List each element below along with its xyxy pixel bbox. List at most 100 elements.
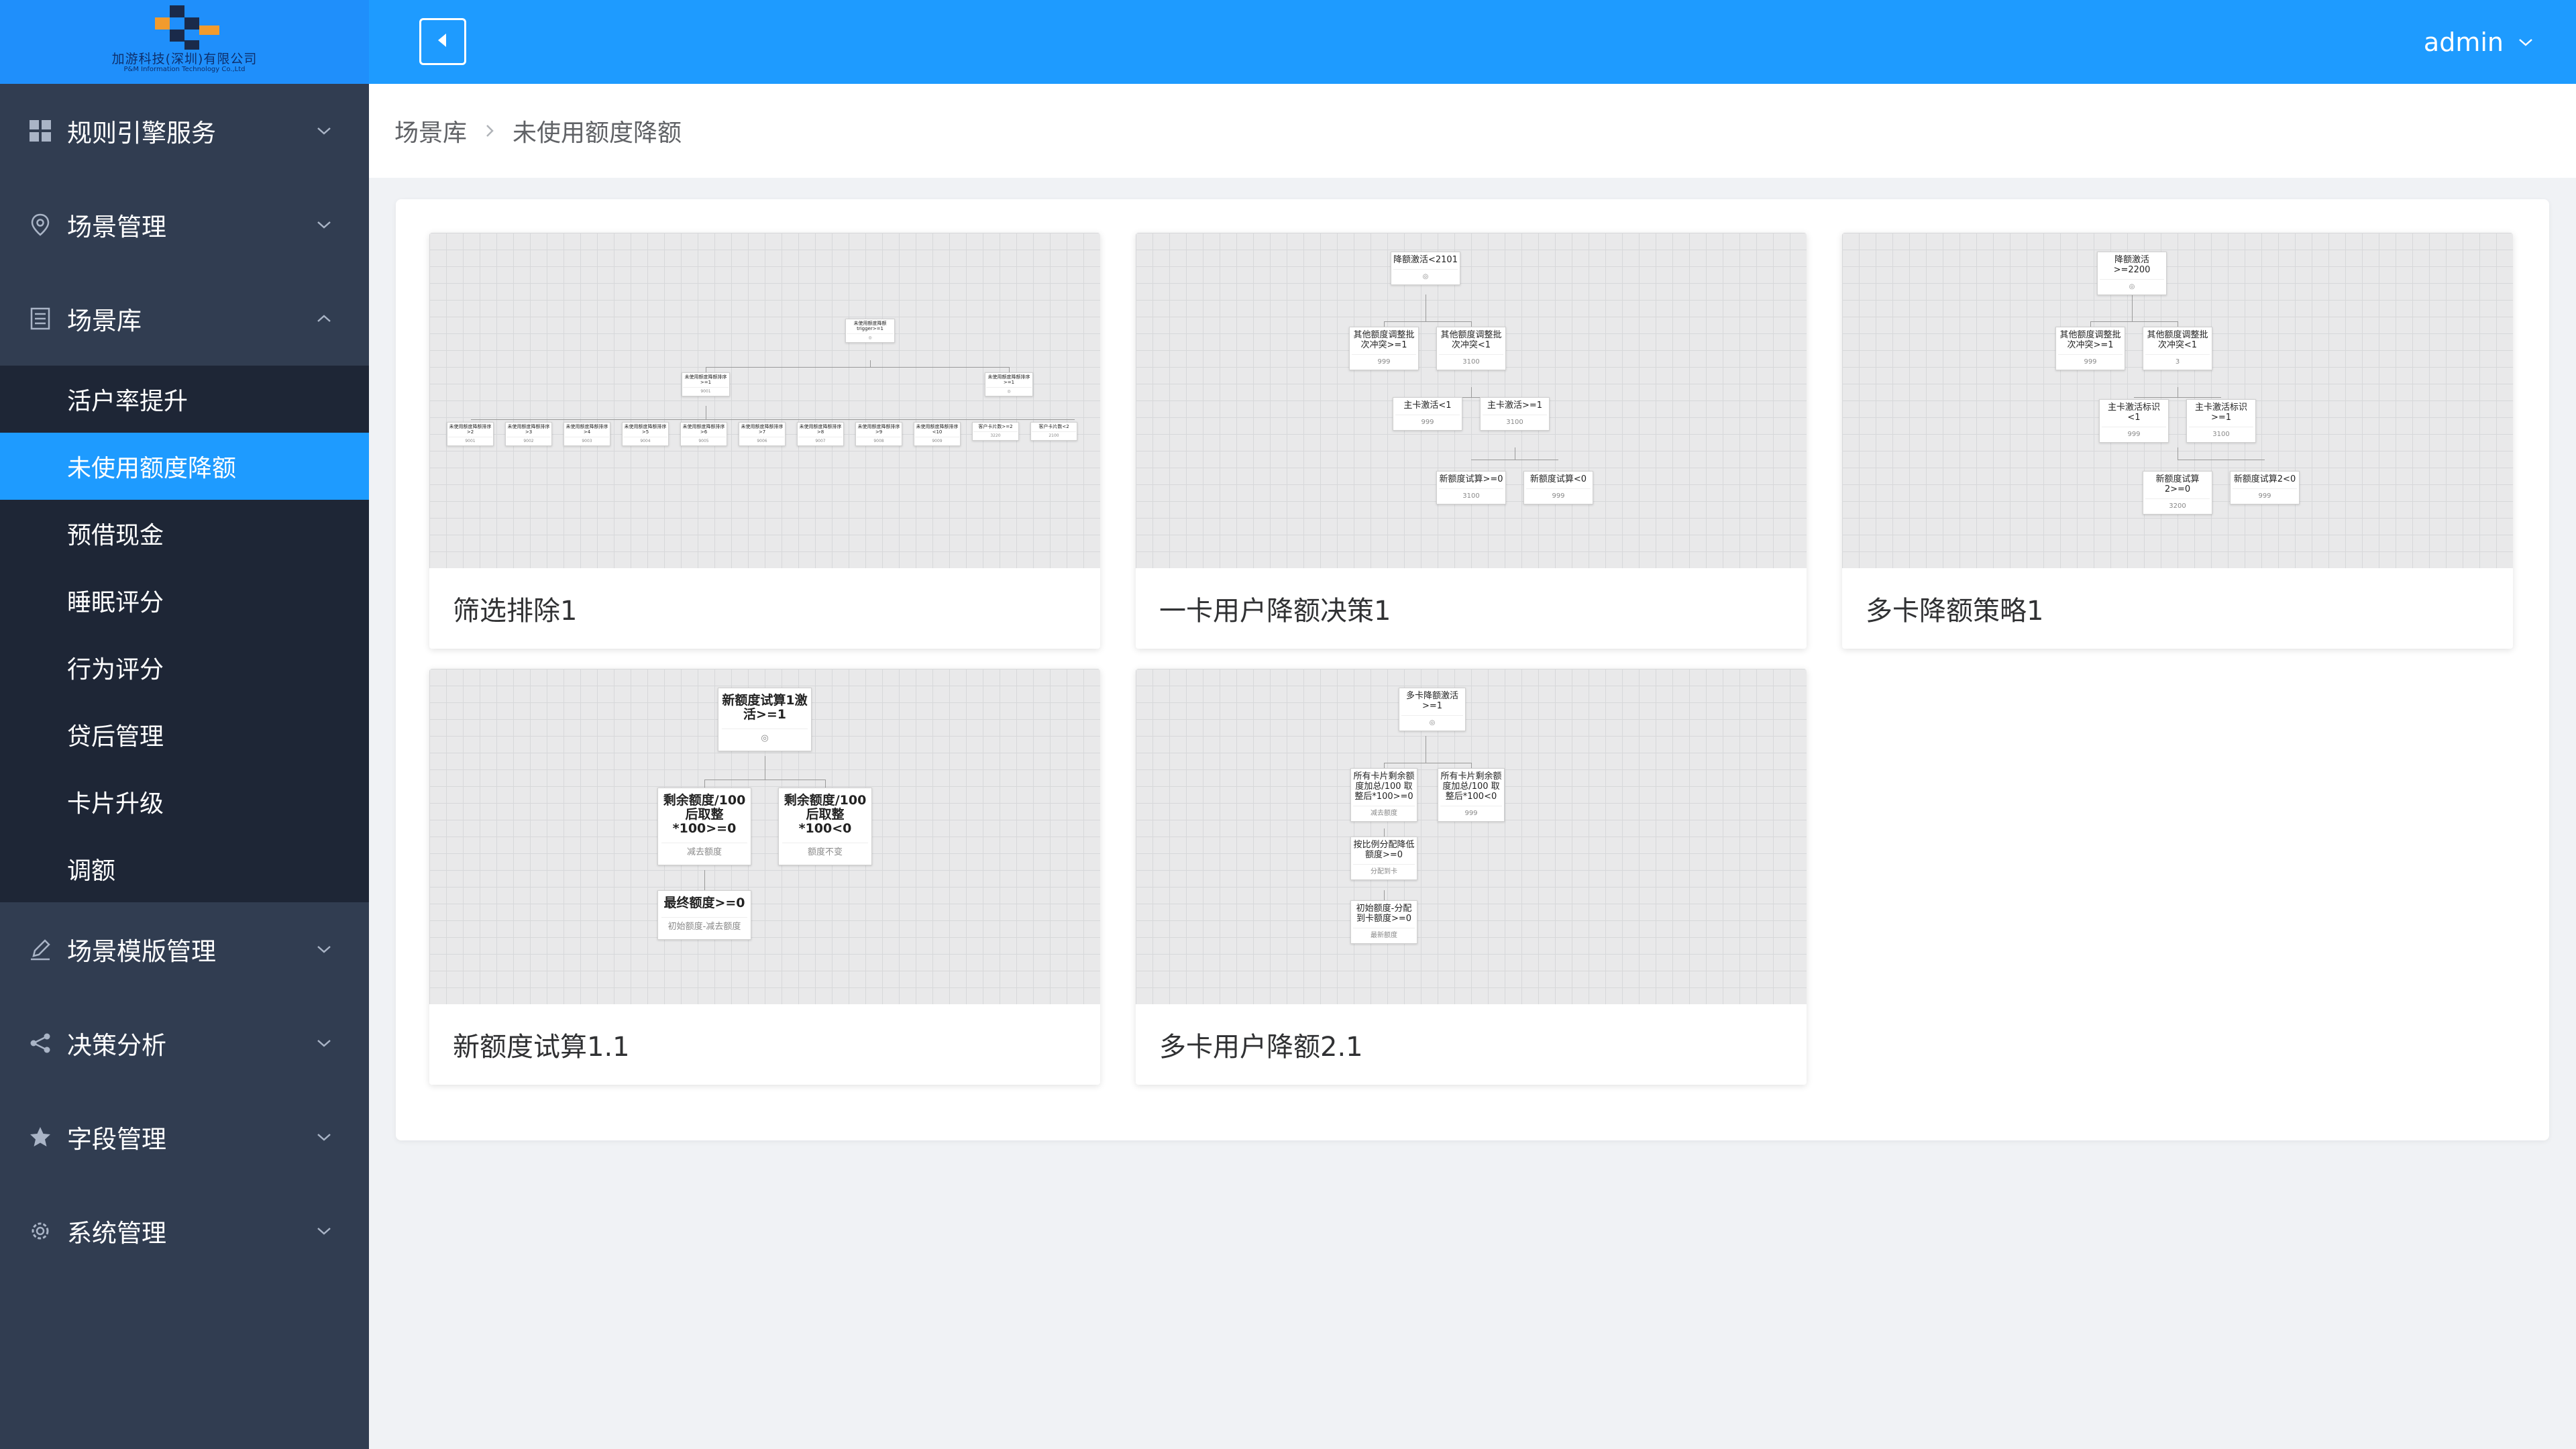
tree-node-value: 999	[1440, 806, 1502, 818]
tree-node-label: 客户卡片数<2	[1038, 424, 1069, 429]
scene-card[interactable]: 新额度试算1激活>=1 ◎ 剩余额度/100 后取整*100>=0 减去额度 剩余额…	[429, 669, 1100, 1085]
tree-node: 未使用额度降额排序>6 9005	[680, 422, 727, 446]
tree-node-label: 未使用额度降额排序>8	[799, 424, 842, 435]
submenu-item-active-rate[interactable]: 活户率提升	[0, 366, 369, 433]
scene-card[interactable]: 降额激活<2101 ◎ 其他额度调整批次冲突>=1 999 其他额度调整批次冲突<1…	[1136, 233, 1807, 649]
top-bar: admin	[369, 0, 2576, 84]
menu-label: 场景模版管理	[67, 937, 216, 966]
tree-node-label: 所有卡片剩余额度加总/100 取整后*100<0	[1440, 771, 1502, 802]
breadcrumb-item[interactable]: 场景库	[394, 113, 467, 148]
tree-node-value: 2100	[1032, 431, 1076, 439]
submenu-item-behavior-score[interactable]: 行为评分	[0, 634, 369, 701]
scene-card[interactable]: 未使用额度降额 trigger>=1 ◎ 未使用额度降额排序>=1 9001 未使用…	[429, 233, 1100, 649]
submenu-item-limit-adjust[interactable]: 调额	[0, 835, 369, 902]
caret-left-icon	[433, 30, 453, 53]
chevron-up-icon	[314, 309, 334, 329]
tree-node-value: 9001	[448, 437, 492, 444]
tree-node-label: 降额激活<2101	[1393, 255, 1458, 265]
scene-card-title: 多卡降额策略1	[1866, 596, 2044, 627]
chevron-down-icon	[314, 1033, 334, 1053]
tree-node-label: 主卡激活标识<1	[2107, 402, 2160, 423]
chevron-down-icon	[314, 1127, 334, 1147]
tree-node: 多卡降额激活>=1 ◎	[1399, 688, 1466, 731]
tree-node-label: 主卡激活<1	[1403, 400, 1452, 411]
tree-node-label: 其他额度调整批次冲突<1	[1440, 330, 1502, 350]
submenu-item-sleep-score[interactable]: 睡眠评分	[0, 567, 369, 634]
tree-node: 其他额度调整批次冲突<1 3	[2143, 327, 2212, 370]
menu-scene-management[interactable]: 场景管理	[0, 178, 369, 272]
chevron-down-icon	[314, 1221, 334, 1241]
tree-node: 按比例分配降低额度>=0 分配到卡	[1350, 837, 1417, 880]
tree-node-label: 未使用额度降额排序>5	[624, 424, 667, 435]
gear-icon	[27, 1218, 54, 1244]
chevron-down-icon	[314, 939, 334, 959]
tree-node: 未使用额度降额排序>=1 9001	[682, 372, 730, 396]
sidebar-collapse-button[interactable]	[419, 18, 466, 65]
submenu-item-card-upgrade[interactable]: 卡片升级	[0, 768, 369, 835]
menu-rule-engine[interactable]: 规则引擎服务	[0, 84, 369, 178]
document-list-icon	[27, 305, 54, 332]
tree-node-label: 未使用额度降额排序>=1	[684, 374, 727, 385]
tree-node-value: 9007	[798, 437, 843, 444]
tree-node: 其他额度调整批次冲突>=1 999	[2055, 327, 2125, 370]
scene-card-title: 一卡用户降额决策1	[1159, 596, 1391, 627]
menu-label: 场景库	[67, 307, 142, 335]
tree-node-value: 9003	[565, 437, 609, 444]
tree-node-label: 新额度试算>=0	[1439, 474, 1503, 484]
scene-card[interactable]: 降额激活>=2200 ◎ 其他额度调整批次冲突>=1 999 其他额度调整批次冲突<…	[1842, 233, 2513, 649]
chevron-down-icon	[314, 215, 334, 235]
tree-node-value: 减去额度	[1353, 806, 1415, 818]
tree-node-value: 额度不变	[782, 843, 868, 859]
tree-node: 未使用额度降额排序>=1 ◎	[985, 372, 1033, 396]
tree-node: 新额度试算2<0 999	[2230, 471, 2300, 504]
share-icon	[27, 1030, 54, 1057]
menu-label: 规则引擎服务	[67, 119, 216, 148]
tree-node-value: 分配到卡	[1353, 864, 1415, 877]
user-menu[interactable]: admin	[2424, 0, 2536, 84]
tree-node-label: 新额度试算2<0	[2233, 474, 2296, 484]
scene-card[interactable]: 多卡降额激活>=1 ◎ 所有卡片剩余额度加总/100 取整后*100>=0 减去额度…	[1136, 669, 1807, 1085]
tree-node-label: 降额激活>=2200	[2113, 255, 2151, 275]
tree-node-label: 客户卡片数>=2	[978, 424, 1013, 429]
menu-scene-template[interactable]: 场景模版管理	[0, 902, 369, 996]
decision-tree-thumbnail: 降额激活>=2200 ◎ 其他额度调整批次冲突>=1 999 其他额度调整批次冲突<…	[1842, 233, 2513, 568]
tree-node-value: 9002	[506, 437, 551, 444]
tree-node-value: 9009	[915, 437, 959, 444]
tree-node: 初始额度-分配到卡额度>=0 最新额度	[1350, 900, 1417, 944]
tree-node: 未使用额度降额排序>2 9001	[447, 422, 494, 446]
breadcrumb: 场景库 未使用额度降额	[369, 84, 2576, 178]
tree-node-label: 剩余额度/100 后取整*100<0	[784, 793, 867, 836]
tree-node: 未使用额度降额排序<10 9009	[914, 422, 961, 446]
submenu-item-cash-advance[interactable]: 预借现金	[0, 500, 369, 567]
submenu-item-post-loan[interactable]: 贷后管理	[0, 701, 369, 768]
tree-node: 最终额度>=0 初始额度-减去额度	[657, 890, 751, 940]
tree-node-value: 3100	[1439, 354, 1503, 367]
tree-node: 未使用额度降额 trigger>=1 ◎	[845, 319, 895, 343]
tree-node-label: 其他额度调整批次冲突>=1	[2059, 330, 2121, 350]
tree-node-value: 3100	[1439, 488, 1503, 501]
username: admin	[2423, 27, 2504, 57]
menu-scene-library[interactable]: 场景库	[0, 272, 369, 366]
menu-decision-analysis[interactable]: 决策分析	[0, 996, 369, 1090]
tree-node: 新额度试算2>=0 3200	[2143, 471, 2212, 515]
tree-node-label: 所有卡片剩余额度加总/100 取整后*100>=0	[1353, 771, 1415, 802]
tree-node-label: 未使用额度降额排序>4	[566, 424, 608, 435]
chevron-down-icon	[2516, 32, 2536, 52]
sidebar: 加游科技(深圳)有限公司 P&M Information Technology …	[0, 0, 369, 1449]
tree-node-value: 初始额度-减去额度	[661, 917, 747, 934]
scene-library-submenu: 活户率提升 未使用额度降额 预借现金 睡眠评分 行为评分 贷后管理 卡片升级 调…	[0, 366, 369, 902]
tree-node-value: 减去额度	[661, 843, 747, 859]
tree-node: 主卡激活<1 999	[1393, 397, 1462, 431]
tree-node-label: 未使用额度降额排序>6	[682, 424, 725, 435]
submenu-item-unused-limit-reduction[interactable]: 未使用额度降额	[0, 433, 369, 500]
logo[interactable]: 加游科技(深圳)有限公司 P&M Information Technology …	[0, 0, 369, 84]
tree-node-value: 3100	[2189, 427, 2253, 439]
tree-node-value: 3220	[973, 431, 1018, 439]
menu-system-management[interactable]: 系统管理	[0, 1184, 369, 1278]
tree-node-value: 999	[2233, 488, 2297, 501]
tree-node-label: 新额度试算1激活>=1	[722, 693, 808, 722]
menu-field-management[interactable]: 字段管理	[0, 1090, 369, 1184]
chevron-down-icon	[314, 121, 334, 141]
tree-node-value: 3200	[2145, 498, 2210, 511]
tree-node: 其他额度调整批次冲突<1 3100	[1436, 327, 1506, 370]
